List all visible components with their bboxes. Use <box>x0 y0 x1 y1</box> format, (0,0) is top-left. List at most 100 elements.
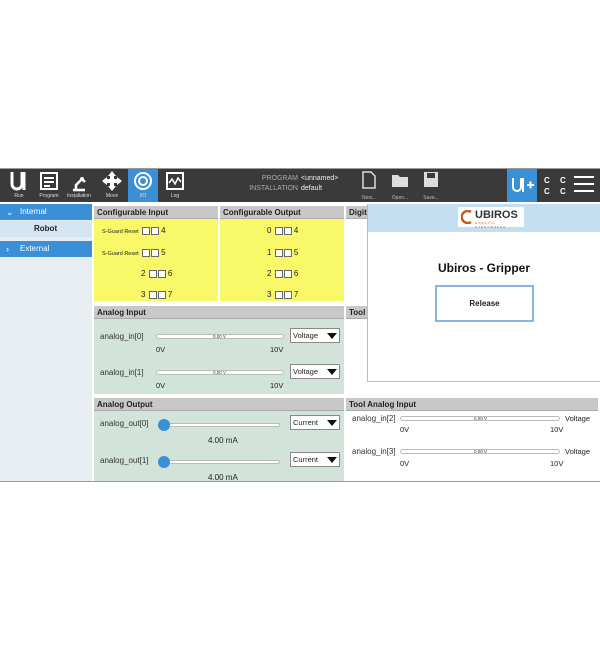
config-input-num-7: 7 <box>167 290 173 299</box>
analog-in-2-label: analog_in[2] <box>352 414 396 423</box>
config-output-num-0: 0 <box>267 226 272 235</box>
analog-in-0-label: analog_in[0] <box>100 332 144 341</box>
config-output-checkbox-0[interactable] <box>274 226 283 235</box>
log-icon <box>160 169 190 193</box>
tab-log-label: Log <box>170 193 180 199</box>
io-icon <box>128 169 158 193</box>
top-toolbar: Run Program Installation Move I/O Log PR… <box>0 169 600 202</box>
config-input-checkbox-7[interactable] <box>157 290 166 299</box>
analog-input-title: Analog Input <box>94 306 344 319</box>
analog-out-1-slider-handle[interactable] <box>158 456 170 468</box>
tab-log[interactable]: Log <box>160 169 190 202</box>
config-output-num-7: 7 <box>293 290 299 299</box>
configurable-input-title: Configurable Input <box>94 206 218 219</box>
save-label: Save... <box>423 195 439 201</box>
config-output-checkbox-2[interactable] <box>274 269 283 278</box>
analog-in-1-mode: Voltage <box>293 367 319 376</box>
program-value: <unnamed> <box>301 175 339 182</box>
config-output-num-5: 5 <box>293 248 299 257</box>
ur-plus-icon <box>512 178 534 192</box>
analog-in-3-mode[interactable]: Voltage <box>565 447 590 456</box>
hamburger-menu-icon[interactable] <box>574 176 594 194</box>
ur-logo-icon <box>4 169 34 193</box>
analog-out-0-value: 4.00 mA <box>208 436 238 445</box>
sidebar-item-robot[interactable]: Robot <box>0 221 92 237</box>
config-input-checkbox-0[interactable] <box>141 226 150 235</box>
config-output-checkbox-3[interactable] <box>274 290 283 299</box>
config-output-row-0: 0 4 <box>267 226 298 235</box>
config-output-checkbox-7[interactable] <box>283 290 292 299</box>
analog-out-1-track <box>162 460 280 464</box>
analog-in-0-value: 0.00 V <box>213 334 227 339</box>
analog-in-1-mode-select[interactable]: Voltage <box>290 364 340 379</box>
installation-value: default <box>301 185 323 192</box>
config-input-checkbox-6[interactable] <box>157 269 166 278</box>
tab-move[interactable]: Move <box>97 169 127 202</box>
program-info: PROGRAM <unnamed> INSTALLATION default <box>226 174 351 194</box>
analog-out-0-slider-handle[interactable] <box>158 419 170 431</box>
move-arrows-icon <box>97 169 127 193</box>
sidebar-item-external-label: External <box>20 244 50 253</box>
config-output-num-3: 3 <box>267 290 272 299</box>
analog-input-panel: Analog Input analog_in[0] 0.00 V 0V 10V … <box>94 306 344 394</box>
tab-program[interactable]: Program <box>34 169 64 202</box>
dropdown-arrow-icon <box>327 420 337 426</box>
config-input-checkbox-4[interactable] <box>150 226 159 235</box>
analog-in-2-mode[interactable]: Voltage <box>565 414 590 423</box>
installation-label: INSTALLATION <box>249 185 298 192</box>
config-input-checkbox-5[interactable] <box>150 248 159 257</box>
cc-indicator[interactable]: C C C C <box>544 175 570 197</box>
configurable-input-panel: Configurable Input S-Guard Reset 4 S-Gua… <box>94 206 218 301</box>
config-input-label-0: S-Guard Reset <box>102 229 139 235</box>
configurable-output-title: Configurable Output <box>220 206 344 219</box>
tab-run[interactable]: Run <box>4 169 34 202</box>
analog-in-0-min: 0V <box>156 345 166 354</box>
analog-in-2-max: 10V <box>550 425 564 434</box>
sidebar-item-external[interactable]: › External <box>0 241 92 257</box>
new-button[interactable]: New... <box>355 171 383 201</box>
config-output-checkbox-5[interactable] <box>283 248 292 257</box>
sidebar: ⌄ Internal Robot › External <box>0 204 92 481</box>
config-output-num-4: 4 <box>293 226 299 235</box>
analog-out-1-mode-select[interactable]: Current <box>290 452 340 467</box>
tab-io[interactable]: I/O <box>128 169 158 202</box>
config-input-checkbox-1[interactable] <box>141 248 150 257</box>
save-button[interactable]: Save... <box>417 171 445 201</box>
tab-installation[interactable]: Installation <box>64 169 94 202</box>
config-output-row-1: 1 5 <box>267 248 298 257</box>
sidebar-item-internal[interactable]: ⌄ Internal <box>0 204 92 220</box>
config-input-checkbox-2[interactable] <box>148 269 157 278</box>
analog-out-0-label: analog_out[0] <box>100 419 149 428</box>
analog-in-1-max: 10V <box>270 381 284 390</box>
analog-in-0-mode-select[interactable]: Voltage <box>290 328 340 343</box>
tab-io-label: I/O <box>139 193 147 199</box>
config-output-checkbox-4[interactable] <box>283 226 292 235</box>
gripper-title: Ubiros - Gripper <box>437 261 530 275</box>
release-button[interactable]: Release <box>435 285 534 322</box>
save-icon <box>424 172 438 187</box>
cc-row-2: C C <box>544 187 570 196</box>
folder-icon <box>392 175 408 187</box>
ubiros-logo-tagline: ROBOTIC EVERYWHERE <box>475 221 507 229</box>
config-output-num-6: 6 <box>293 269 299 278</box>
analog-in-1-min: 0V <box>156 381 166 390</box>
ubiros-logo: UBIROS ROBOTIC EVERYWHERE <box>458 207 524 229</box>
config-output-checkbox-1[interactable] <box>274 248 283 257</box>
chevron-right-icon: › <box>6 244 9 254</box>
ubiros-logo-text: UBIROS <box>475 209 518 221</box>
config-output-checkbox-6[interactable] <box>283 269 292 278</box>
analog-output-title: Analog Output <box>94 398 344 411</box>
analog-out-0-mode-select[interactable]: Current <box>290 415 340 430</box>
config-input-label-1: S-Guard Reset <box>102 251 139 257</box>
chevron-down-icon: ⌄ <box>6 207 14 217</box>
tab-run-label: Run <box>14 193 24 199</box>
dropdown-arrow-icon <box>327 333 337 339</box>
urcaps-button[interactable] <box>507 169 537 202</box>
analog-out-0-mode: Current <box>293 418 319 427</box>
analog-out-1-label: analog_out[1] <box>100 456 149 465</box>
cc-row-1: C C <box>544 176 570 185</box>
config-output-num-2: 2 <box>267 269 272 278</box>
open-button[interactable]: Open... <box>386 171 414 201</box>
config-output-row-2: 2 6 <box>267 269 298 278</box>
config-input-checkbox-3[interactable] <box>148 290 157 299</box>
